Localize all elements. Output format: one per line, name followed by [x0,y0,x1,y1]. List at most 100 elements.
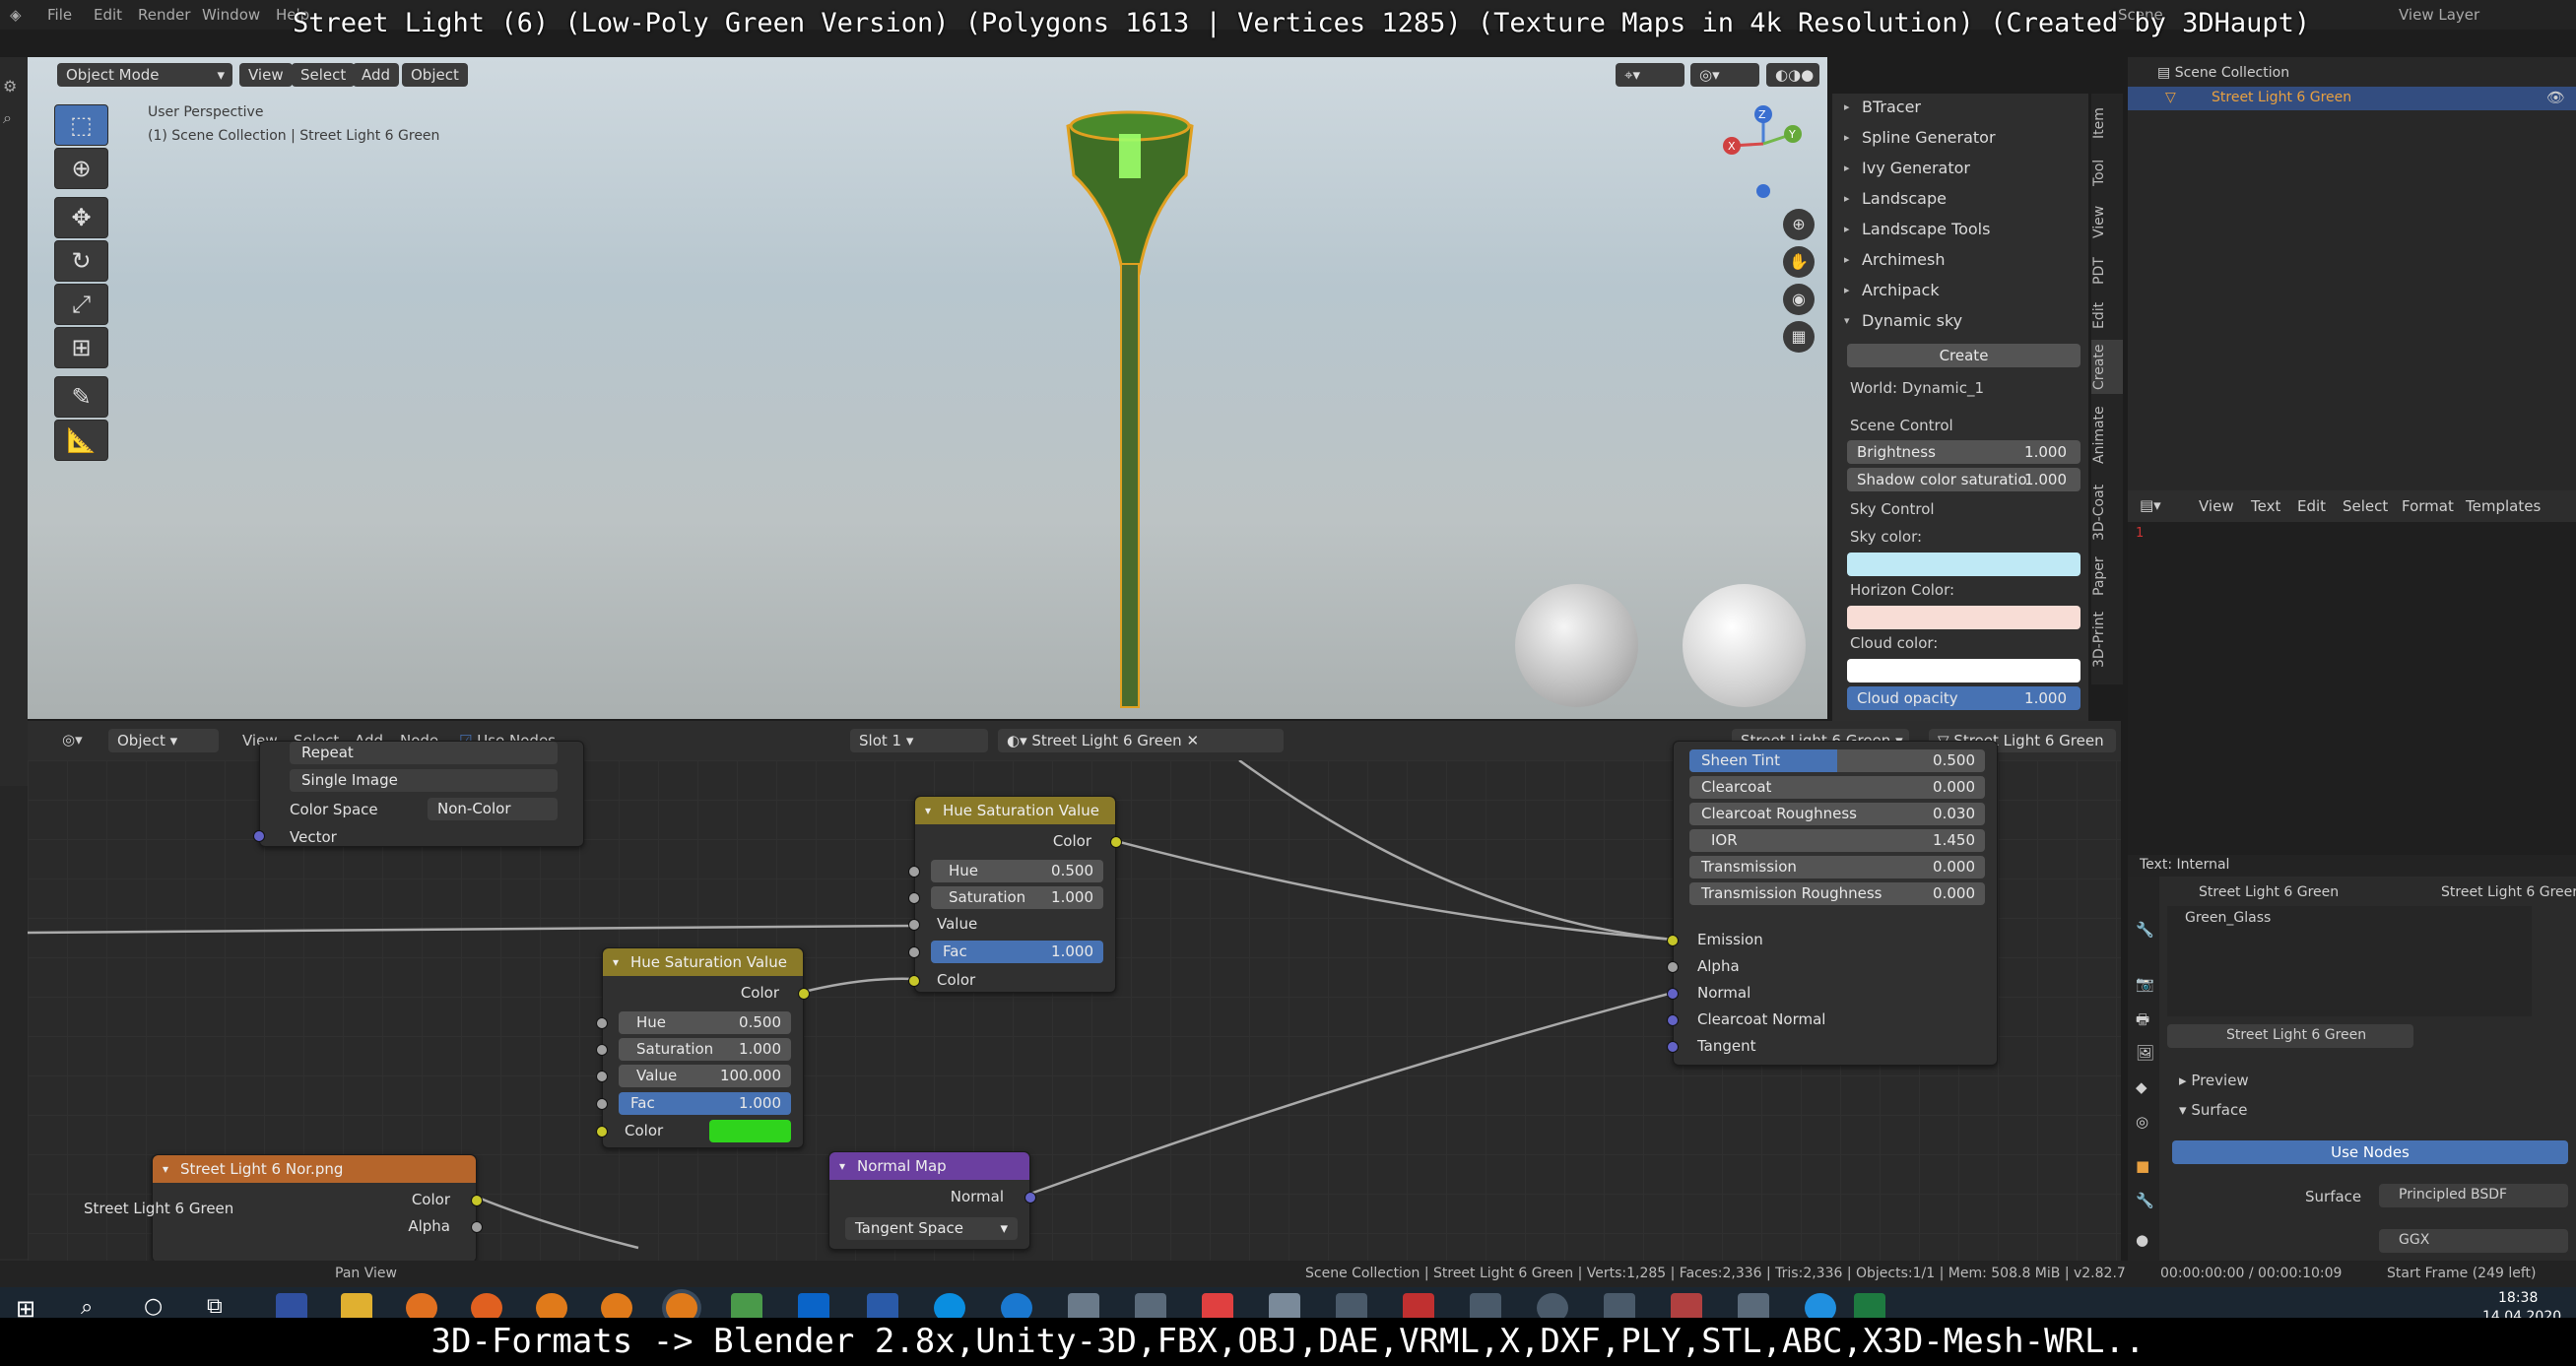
color-socket[interactable] [596,1126,608,1138]
camera-icon[interactable]: ◉ [1783,284,1815,315]
alpha-output-socket[interactable] [471,1221,483,1233]
scene-tab-icon[interactable]: ◆ [2136,1078,2147,1096]
navigation-gizmo[interactable]: Z X Y [1714,104,1813,203]
tab-animate[interactable]: Animate [2091,401,2123,470]
node-image-texture[interactable]: Repeat Single Image Color Space Non-Colo… [253,741,584,847]
text-menu-view[interactable]: View [2199,497,2234,515]
blender-logo-icon[interactable]: ◈ [10,6,22,24]
section-dynamic-sky[interactable]: ▾ Dynamic sky [1832,307,2088,335]
shading-modes[interactable]: ◐◑● [1766,63,1819,87]
normal-socket[interactable] [1667,988,1679,1000]
transform-tool[interactable]: ⊞ [54,327,108,368]
tab-tool[interactable]: Tool [2091,153,2123,192]
eye-icon[interactable]: 👁 [2546,89,2565,106]
section-archipack[interactable]: ▸ Archipack [1832,277,2088,304]
outliner-item-street-light[interactable]: ▽ Street Light 6 Green 👁 [2128,87,2576,110]
fac-slider[interactable]: Fac 1.000 [931,941,1103,963]
saturation-socket[interactable] [596,1044,608,1056]
brightness-field[interactable]: Brightness 1.000 [1847,440,2081,464]
sheen-tint-slider[interactable]: Sheen Tint 0.500 [1689,749,1985,772]
shader-node-editor[interactable]: ◎▾ Object ▾ View Select Add Node ☑ Use N… [28,721,2121,1261]
section-ivy-generator[interactable]: ▸ Ivy Generator [1832,155,2088,182]
node-hue-saturation-value-1[interactable]: Hue Saturation Value Color Hue0.500 Satu… [908,796,1122,993]
street-light-model[interactable] [1013,106,1249,719]
section-spline-generator[interactable]: ▸ Spline Generator [1832,124,2088,152]
color-swatch[interactable] [709,1120,791,1142]
saturation-socket[interactable] [908,892,920,904]
create-button[interactable]: Create [1847,344,2081,367]
properties-object-name-2[interactable]: Street Light 6 Greer [2441,884,2576,900]
output-color-socket[interactable] [1110,836,1122,848]
properties-object-name[interactable]: Street Light 6 Green [2199,884,2339,900]
grid-view-icon[interactable]: ▦ [1783,321,1815,353]
space-dropdown[interactable]: Tangent Space ▾ [845,1217,1018,1240]
gizmo-toggle-icon[interactable]: ⌖▾ [1616,63,1684,87]
alpha-socket[interactable] [1667,961,1679,973]
clearcoat-roughness-field[interactable]: Clearcoat Roughness 0.030 [1689,803,1985,825]
sky-color-swatch[interactable] [1847,553,2081,576]
tab-3d-coat[interactable]: 3D-Coat [2091,478,2123,547]
fac-slider[interactable]: Fac 1.000 [619,1092,791,1115]
section-archimesh[interactable]: ▸ Archimesh [1832,246,2088,274]
search-icon[interactable]: ⌕ [81,1295,93,1320]
render-tab-icon[interactable]: 📷 [2136,975,2154,993]
material-selector[interactable]: Street Light 6 Green [2167,1024,2413,1048]
node-normal-map[interactable]: Normal Map Normal Tangent Space▾ [828,1151,1036,1250]
source-dropdown[interactable]: Single Image [290,769,558,792]
section-btracer[interactable]: ▸ BTracer [1832,94,2088,121]
material-tab-icon[interactable]: ● [2136,1231,2148,1249]
rotate-tool[interactable]: ↻ [54,240,108,282]
cortana-icon[interactable]: ○ [144,1294,163,1319]
view-layer-selector[interactable]: View Layer [2399,6,2479,24]
shadow-saturation-field[interactable]: Shadow color saturatio 1.000 [1847,468,2081,491]
tab-create[interactable]: Create [2091,340,2123,394]
cloud-color-swatch[interactable] [1847,659,2081,683]
section-landscape[interactable]: ▸ Landscape [1832,185,2088,213]
material-slots-list[interactable]: Green_Glass [2167,906,2532,1016]
value-socket[interactable] [596,1071,608,1082]
hue-socket[interactable] [596,1017,608,1029]
use-nodes-button[interactable]: Use Nodes [2172,1140,2568,1164]
material-browse[interactable]: ◐▾ Street Light 6 Green ✕ [998,729,1284,752]
object-tab-icon[interactable]: ■ [2136,1157,2149,1175]
menu-window[interactable]: Window [202,6,260,24]
view-layer-tab-icon[interactable]: 🖼 [2136,1044,2154,1062]
horizon-color-swatch[interactable] [1847,606,2081,629]
editor-type-icon[interactable]: ▤▾ [2140,496,2161,514]
task-view-icon[interactable]: ⧉ [207,1294,223,1319]
color-space-dropdown[interactable]: Non-Color [428,798,558,820]
tool-tab-icon[interactable]: 🔧 [2136,921,2154,939]
menu-file[interactable]: File [47,6,72,24]
preview-section[interactable]: ▸ Preview [2179,1072,2249,1089]
fac-socket[interactable] [596,1098,608,1110]
modifier-tab-icon[interactable]: 🔧 [2136,1192,2154,1209]
fac-socket[interactable] [908,946,920,958]
search-icon[interactable]: ⌕ [3,108,25,130]
output-tab-icon[interactable]: 🖶 [2136,1009,2149,1034]
clock-time[interactable]: 18:38 [2498,1290,2538,1306]
repeat-dropdown[interactable]: Repeat [290,742,558,764]
zoom-icon[interactable]: ⊕ [1783,209,1815,240]
tab-paper[interactable]: Paper [2091,552,2123,601]
ior-field[interactable]: IOR 1.450 [1689,829,1985,852]
clearcoat-normal-socket[interactable] [1667,1014,1679,1026]
overlay-toggle-icon[interactable]: ◎▾ [1690,63,1759,87]
section-landscape-tools[interactable]: ▸ Landscape Tools [1832,216,2088,243]
scene-collection-item[interactable]: ▤ Scene Collection [2157,65,2289,81]
transmission-roughness-field[interactable]: Transmission Roughness 0.000 [1689,882,1985,905]
text-area[interactable] [2128,526,2576,855]
text-menu-select[interactable]: Select [2343,497,2388,515]
editor-type-icon[interactable]: ◎▾ [62,731,83,748]
select-box-tool[interactable]: ⬚ [54,104,108,146]
view-menu[interactable]: View [239,63,293,87]
tab-pdt[interactable]: PDT [2091,251,2123,291]
world-tab-icon[interactable]: ◎ [2136,1113,2148,1131]
tab-3d-print[interactable]: 3D-Print [2091,606,2123,675]
text-menu-edit[interactable]: Edit [2297,497,2326,515]
hue-field[interactable]: Hue 0.500 [931,860,1103,882]
tab-item[interactable]: Item [2091,103,2123,143]
normal-output-socket[interactable] [1024,1192,1036,1203]
transmission-field[interactable]: Transmission 0.000 [1689,856,1985,878]
annotate-tool[interactable]: ✎ [54,376,108,418]
tangent-socket[interactable] [1667,1041,1679,1053]
